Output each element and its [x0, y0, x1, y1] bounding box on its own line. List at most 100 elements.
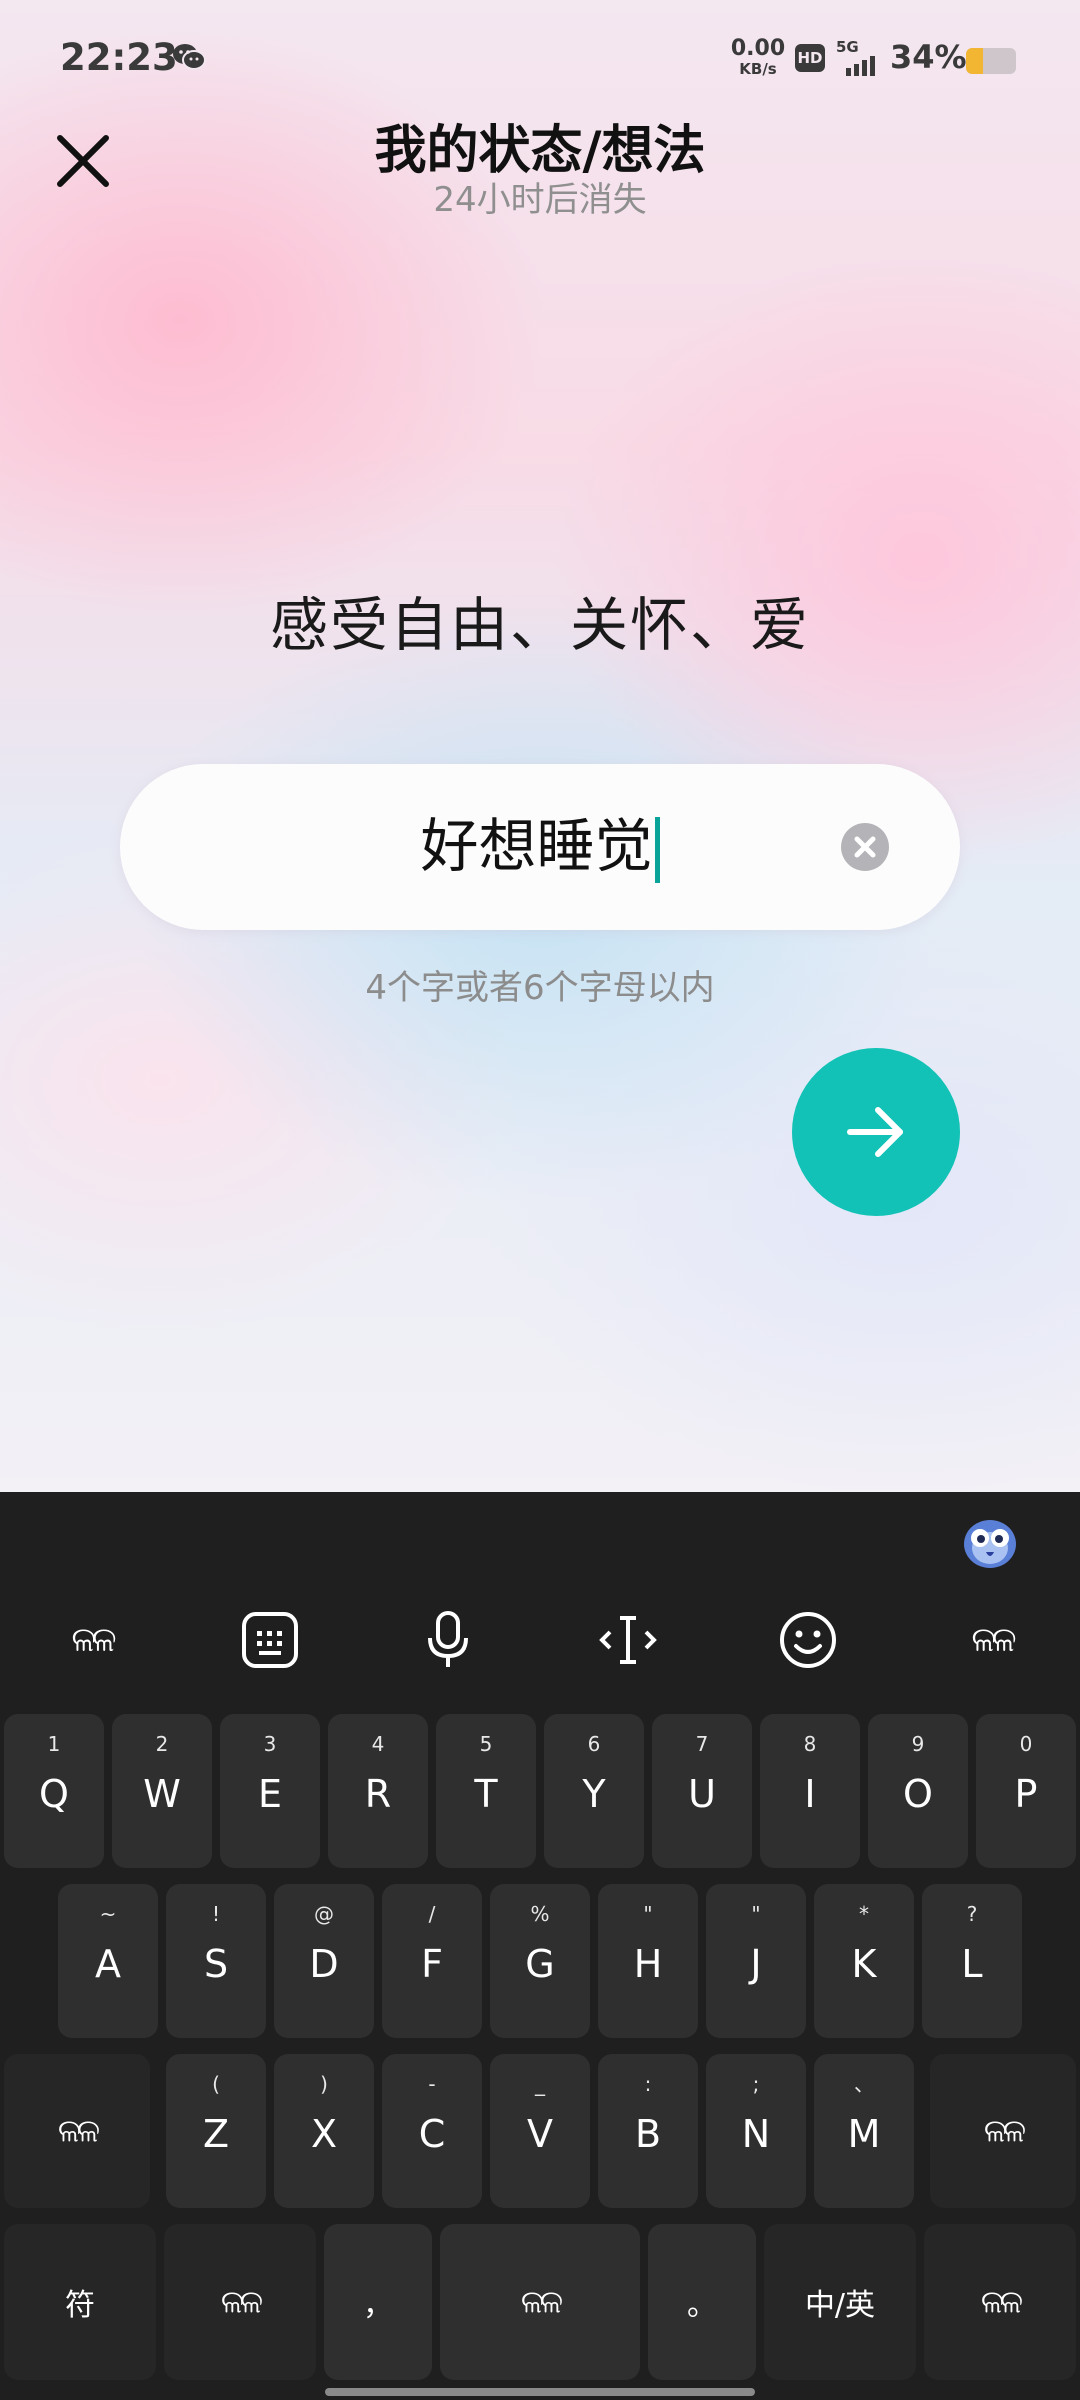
- key-f[interactable]: / F: [382, 1884, 482, 2038]
- key-label: G: [525, 1942, 555, 1986]
- status-input-value[interactable]: 好想睡觉: [420, 812, 652, 880]
- status-input-field[interactable]: 好想睡觉: [120, 764, 960, 930]
- key-angel-wings-left[interactable]: ଳଳ: [4, 2054, 150, 2208]
- key-alt-label: %: [530, 1902, 550, 1926]
- key-label: K: [851, 1942, 877, 1986]
- battery-fill: [966, 48, 983, 74]
- key-label: 中/英: [804, 2288, 876, 2323]
- key-label: 。: [687, 2288, 717, 2323]
- key-alt-label: /: [428, 1902, 436, 1926]
- status-input-wrapper[interactable]: 好想睡觉: [120, 811, 960, 883]
- key-u[interactable]: 7U: [652, 1714, 752, 1868]
- key-label: S: [203, 1942, 229, 1986]
- key-label: C: [418, 2112, 446, 2156]
- key-alt-label: *: [859, 1902, 869, 1926]
- key-label: ଳଳ: [980, 2282, 1023, 2321]
- key-e[interactable]: 3E: [220, 1714, 320, 1868]
- key-p[interactable]: 0P: [976, 1714, 1076, 1868]
- key-a[interactable]: ~ A: [58, 1884, 158, 2038]
- key-label: F: [421, 1942, 443, 1986]
- key-label: Z: [202, 2112, 230, 2156]
- network-speed-value: 0.00: [730, 36, 786, 61]
- key-alt-label: 、: [854, 2072, 874, 2096]
- input-hint: 4个字或者6个字母以内: [365, 968, 715, 1008]
- key-label: ，: [363, 2288, 393, 2323]
- key-s[interactable]: ! S: [166, 1884, 266, 2038]
- key-n[interactable]: ; N: [706, 2054, 806, 2208]
- key-label: W: [143, 1772, 181, 1816]
- key-label: L: [961, 1942, 983, 1986]
- microphone-icon[interactable]: [398, 1592, 498, 1688]
- network-speed-unit: KB/s: [739, 60, 777, 78]
- key-label: O: [903, 1772, 933, 1816]
- text-cursor-icon[interactable]: [578, 1592, 678, 1688]
- key-alt-label: (: [212, 2072, 220, 2096]
- soft-keyboard: ଳଳ ଳଳ 1 Q 2 W 3 E 4 R 5 T 6 Y 7 U 8 I 9 …: [0, 1492, 1080, 2400]
- key-alt-label: 3: [263, 1732, 277, 1756]
- page-subtitle: 24小时后消失: [433, 180, 647, 220]
- home-indicator[interactable]: [325, 2388, 755, 2396]
- key-alt-label: ": [751, 1902, 761, 1926]
- next-button[interactable]: [792, 1048, 960, 1216]
- key-o[interactable]: 9O: [868, 1714, 968, 1868]
- key-r[interactable]: 4R: [328, 1714, 428, 1868]
- key-label: Y: [582, 1772, 606, 1816]
- key-label: E: [257, 1772, 282, 1816]
- key-label: H: [633, 1942, 663, 1986]
- key-g[interactable]: % G: [490, 1884, 590, 2038]
- key-alt-label: 0: [1019, 1732, 1033, 1756]
- key-alt-label: 1: [47, 1732, 61, 1756]
- key-period[interactable]: 。: [648, 2224, 756, 2380]
- key-alt-label: -: [428, 2072, 436, 2096]
- keyboard-toolbar: ଳଳ ଳଳ: [0, 1592, 1080, 1688]
- key-y[interactable]: 6Y: [544, 1714, 644, 1868]
- emoji-icon[interactable]: [758, 1592, 858, 1688]
- key-symbols[interactable]: 符: [4, 2224, 156, 2380]
- network-speed: 0.00 KB/s: [728, 38, 788, 77]
- key-label: ଳଳ: [57, 2111, 100, 2150]
- key-label: 符: [65, 2288, 95, 2323]
- key-alt-label: @: [314, 1902, 334, 1926]
- keyboard-mascot-icon[interactable]: [960, 1514, 1020, 1572]
- key-k[interactable]: * K: [814, 1884, 914, 2038]
- key-d[interactable]: @ D: [274, 1884, 374, 2038]
- key-language-switch[interactable]: 中/英: [764, 2224, 916, 2380]
- wechat-icon: [173, 44, 206, 70]
- key-alt-label: 4: [371, 1732, 385, 1756]
- key-i[interactable]: 8I: [760, 1714, 860, 1868]
- key-angel-wings-right[interactable]: ଳଳ: [930, 2054, 1076, 2208]
- key-space[interactable]: ଳଳ: [440, 2224, 640, 2380]
- status-time: 22:23: [60, 36, 178, 79]
- key-h[interactable]: " H: [598, 1884, 698, 2038]
- key-angel-wings-enter[interactable]: ଳଳ: [924, 2224, 1076, 2380]
- key-label: R: [364, 1772, 392, 1816]
- key-angel-wings[interactable]: ଳଳ: [164, 2224, 316, 2380]
- key-v[interactable]: _ V: [490, 2054, 590, 2208]
- angel-wings-icon[interactable]: ଳଳ: [942, 1592, 1042, 1688]
- key-alt-label: 2: [155, 1732, 169, 1756]
- key-alt-label: 7: [695, 1732, 709, 1756]
- angel-wings-icon[interactable]: ଳଳ: [42, 1592, 142, 1688]
- key-b[interactable]: :B: [598, 2054, 698, 2208]
- battery-icon: [966, 48, 1016, 74]
- key-x[interactable]: ) X: [274, 2054, 374, 2208]
- key-alt-label: ;: [752, 2072, 760, 2096]
- signal-icon: [846, 56, 875, 76]
- key-t[interactable]: 5T: [436, 1714, 536, 1868]
- key-z[interactable]: (Z: [166, 2054, 266, 2208]
- key-comma[interactable]: ，: [324, 2224, 432, 2380]
- key-alt-label: 6: [587, 1732, 601, 1756]
- key-label: M: [847, 2112, 881, 2156]
- key-m[interactable]: 、 M: [814, 2054, 914, 2208]
- key-w[interactable]: 2W: [112, 1714, 212, 1868]
- key-q[interactable]: 1Q: [4, 1714, 104, 1868]
- key-alt-label: ~: [99, 1902, 117, 1926]
- clear-input-icon[interactable]: [840, 822, 890, 872]
- network-type: 5G: [836, 38, 859, 56]
- keyboard-icon[interactable]: [220, 1592, 320, 1688]
- key-l[interactable]: ? L: [922, 1884, 1022, 2038]
- key-label: X: [310, 2112, 338, 2156]
- key-alt-label: 9: [911, 1732, 925, 1756]
- key-c[interactable]: -C: [382, 2054, 482, 2208]
- key-j[interactable]: " J: [706, 1884, 806, 2038]
